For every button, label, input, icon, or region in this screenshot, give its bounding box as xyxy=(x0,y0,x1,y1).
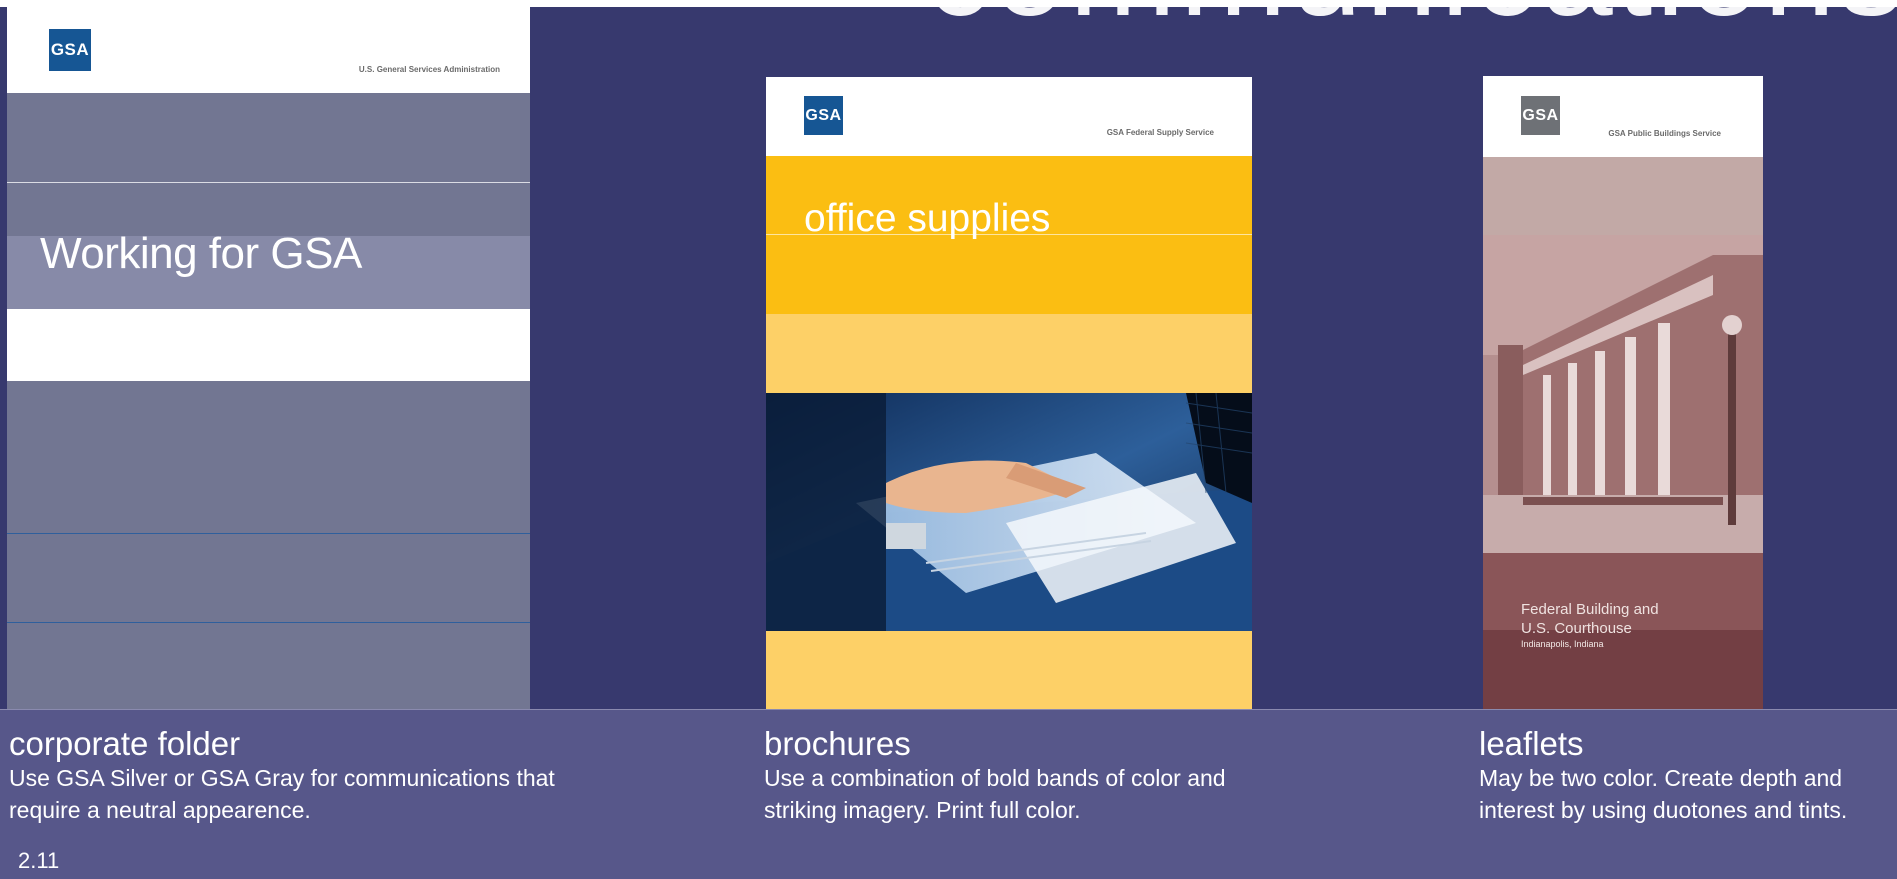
caption-divider xyxy=(0,709,1897,710)
folder-caption: corporate folder Use GSA Silver or GSA G… xyxy=(9,726,609,826)
folder-rule xyxy=(7,533,530,534)
gsa-logo: GSA xyxy=(1521,96,1560,135)
courthouse-illustration xyxy=(1483,235,1763,553)
folder-rule xyxy=(7,622,530,623)
caption-heading: corporate folder xyxy=(9,725,241,762)
office-desk-illustration xyxy=(766,393,1252,631)
brochure-title: office supplies xyxy=(804,197,1051,240)
brochure-header: GSA GSA Federal Supply Service xyxy=(766,77,1252,156)
gsa-logo: GSA xyxy=(49,29,91,71)
folder-rule xyxy=(7,182,530,183)
brochure-mockup: GSA GSA Federal Supply Service office su… xyxy=(766,77,1252,709)
building-location: Indianapolis, Indiana xyxy=(1521,639,1604,649)
agency-name: GSA Public Buildings Service xyxy=(1608,129,1721,138)
leaflet-header: GSA GSA Public Buildings Service xyxy=(1483,76,1763,157)
top-white-strip xyxy=(0,0,1897,7)
courthouse-duotone-photo xyxy=(1483,235,1763,553)
caption-heading: brochures xyxy=(764,725,911,762)
office-desk-photo xyxy=(766,393,1252,631)
building-name: Federal Building and U.S. Courthouse xyxy=(1521,600,1659,638)
caption-description: May be two color. Create depth and inter… xyxy=(1479,765,1848,823)
folder-band xyxy=(7,381,530,710)
folder-header: GSA U.S. General Services Administration xyxy=(7,7,530,93)
agency-name: U.S. General Services Administration xyxy=(358,65,500,74)
brochure-page: communications GSA U.S. General Services… xyxy=(0,0,1897,879)
folder-white-band xyxy=(7,309,530,381)
caption-description: Use GSA Silver or GSA Gray for communica… xyxy=(9,765,555,823)
leaflet-caption: leaflets May be two color. Create depth … xyxy=(1479,726,1859,826)
folder-band xyxy=(7,164,530,236)
building-line-2: U.S. Courthouse xyxy=(1521,620,1632,637)
folder-title: Working for GSA xyxy=(40,229,362,278)
page-number: 2.11 xyxy=(18,848,60,873)
agency-name: GSA Federal Supply Service xyxy=(1106,128,1214,137)
corporate-folder-mockup: GSA U.S. General Services Administration… xyxy=(7,7,530,710)
folder-band xyxy=(7,93,530,164)
gsa-logo: GSA xyxy=(804,96,843,135)
caption-description: Use a combination of bold bands of color… xyxy=(764,765,1226,823)
brochure-caption: brochures Use a combination of bold band… xyxy=(764,726,1234,826)
caption-heading: leaflets xyxy=(1479,725,1584,762)
leaflet-mockup: GSA GSA Public Buildings Service Federal… xyxy=(1483,76,1763,710)
building-line-1: Federal Building and xyxy=(1521,601,1659,618)
